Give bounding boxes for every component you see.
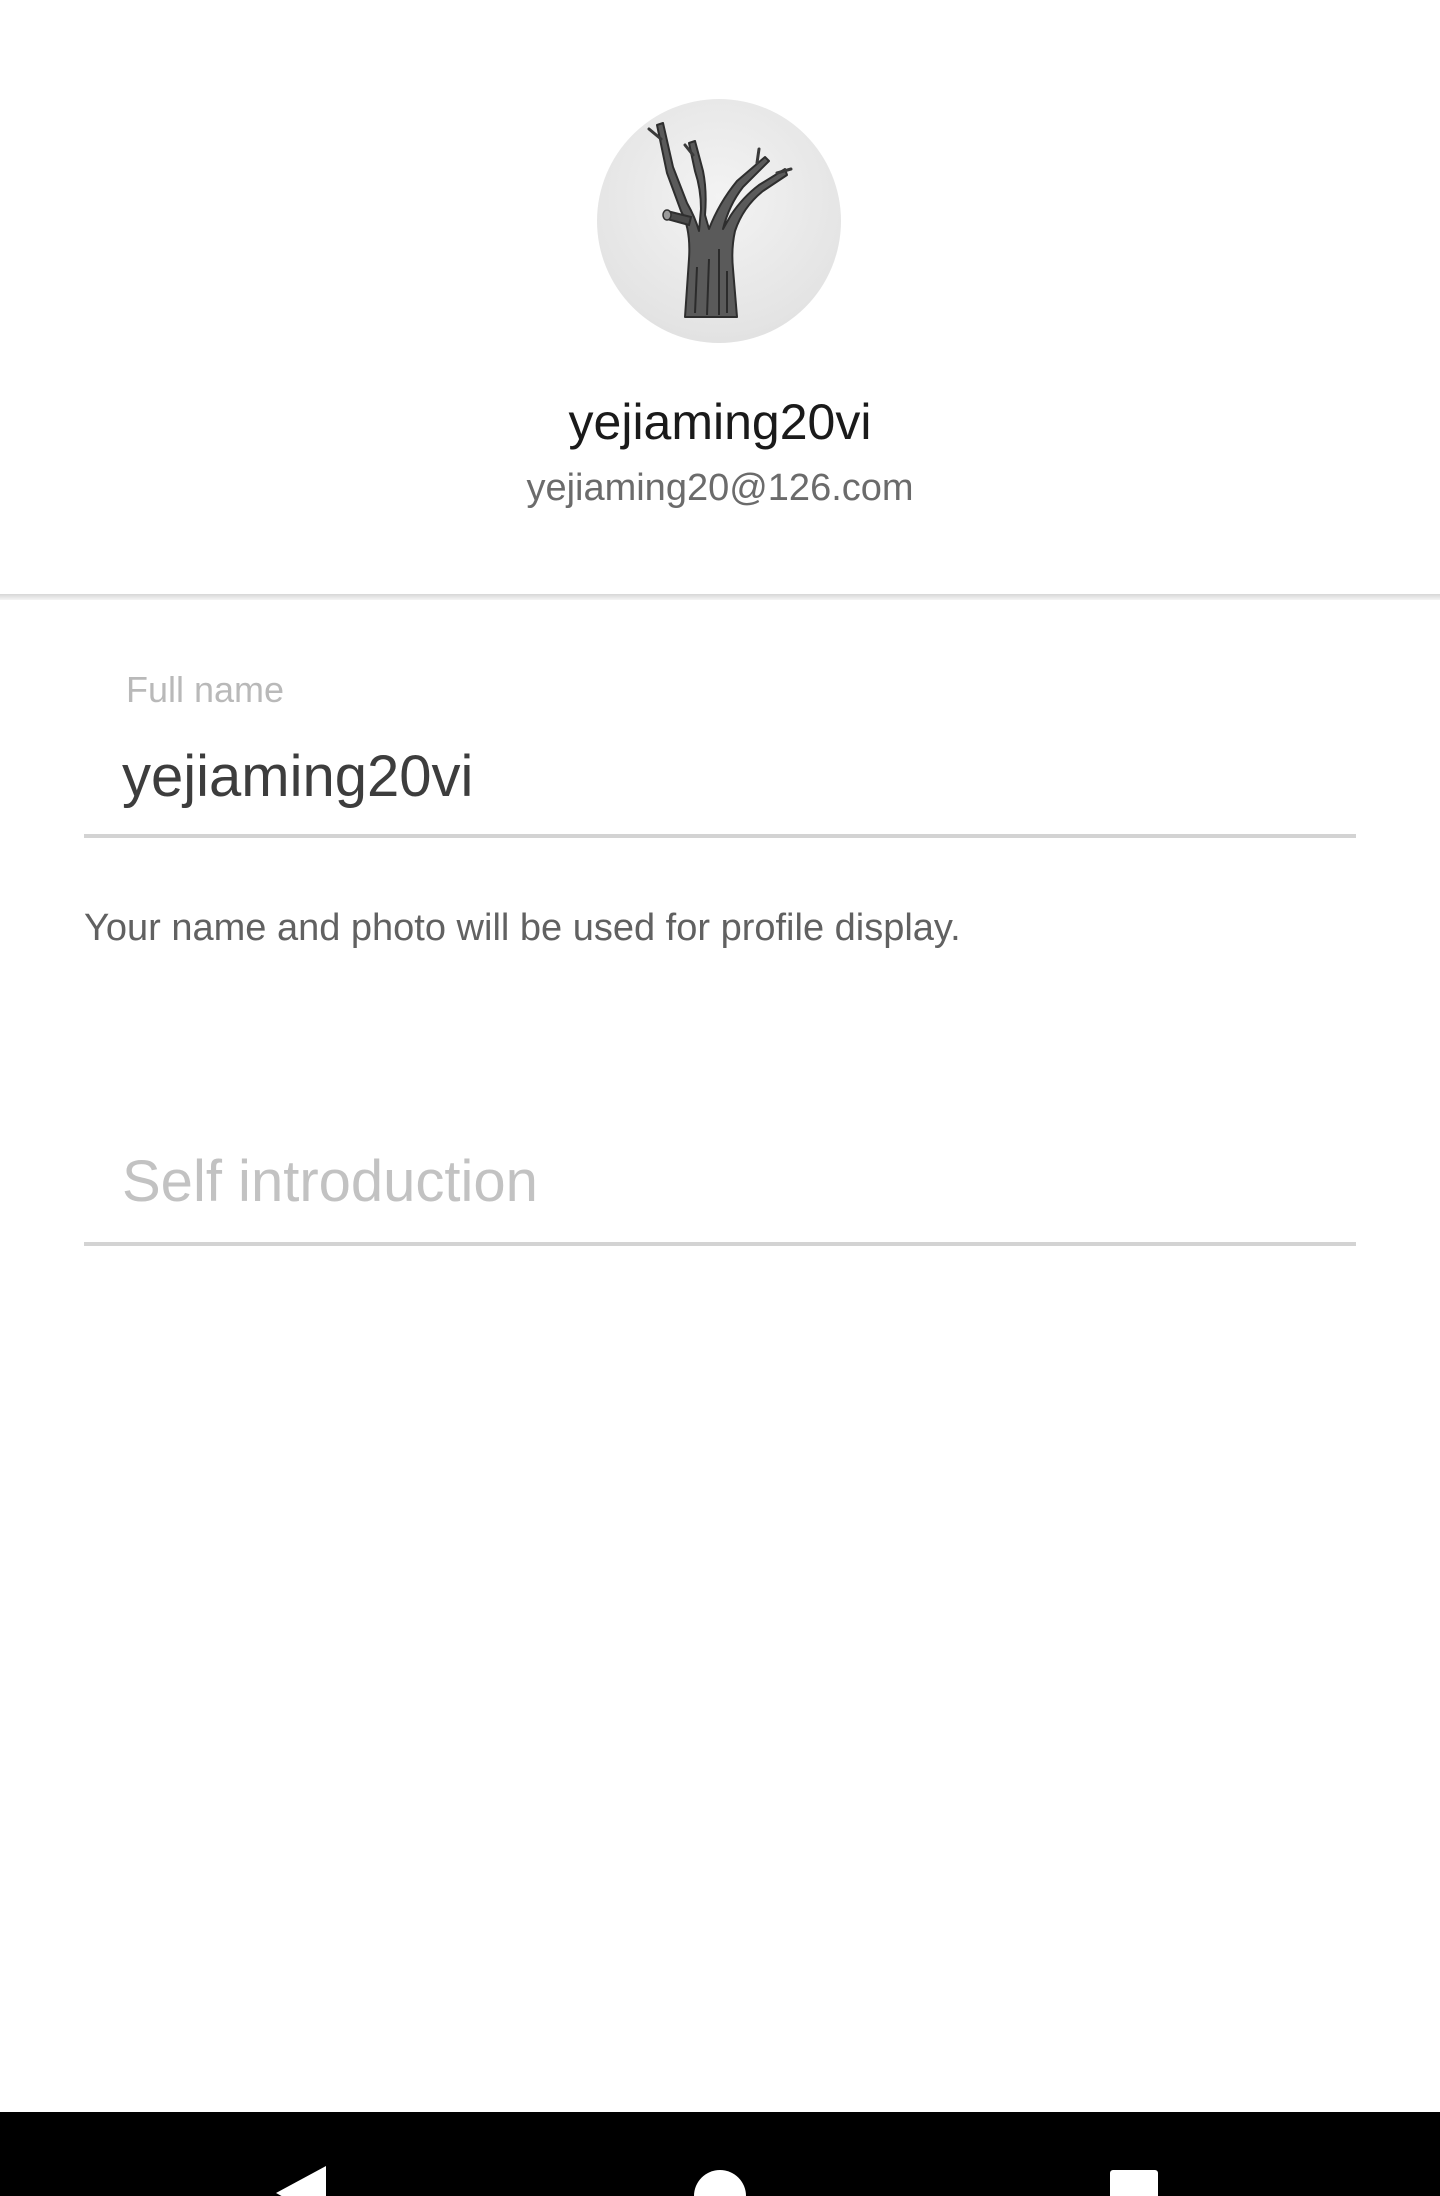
recents-square-icon (1110, 2170, 1158, 2196)
profile-display-hint: Your name and photo will be used for pro… (84, 907, 961, 949)
profile-header: yejiaming20vi yejiaming20@126.com (0, 0, 1440, 594)
back-triangle-icon (276, 2166, 326, 2196)
tree-avatar-icon (647, 122, 793, 318)
display-name: yejiaming20vi (568, 394, 872, 450)
recents-button[interactable] (1074, 2112, 1194, 2196)
email-address: yejiaming20@126.com (526, 467, 914, 509)
avatar[interactable] (597, 99, 841, 343)
system-navigation-bar (0, 2112, 1440, 2196)
back-button[interactable] (240, 2112, 360, 2196)
full-name-input[interactable] (84, 738, 1356, 838)
header-divider (0, 594, 1440, 600)
full-name-label: Full name (126, 669, 285, 710)
home-circle-icon (694, 2170, 746, 2196)
home-button[interactable] (660, 2112, 780, 2196)
profile-edit-screen: yejiaming20vi yejiaming20@126.com Full n… (0, 0, 1440, 2196)
self-introduction-input[interactable] (84, 1140, 1356, 1246)
